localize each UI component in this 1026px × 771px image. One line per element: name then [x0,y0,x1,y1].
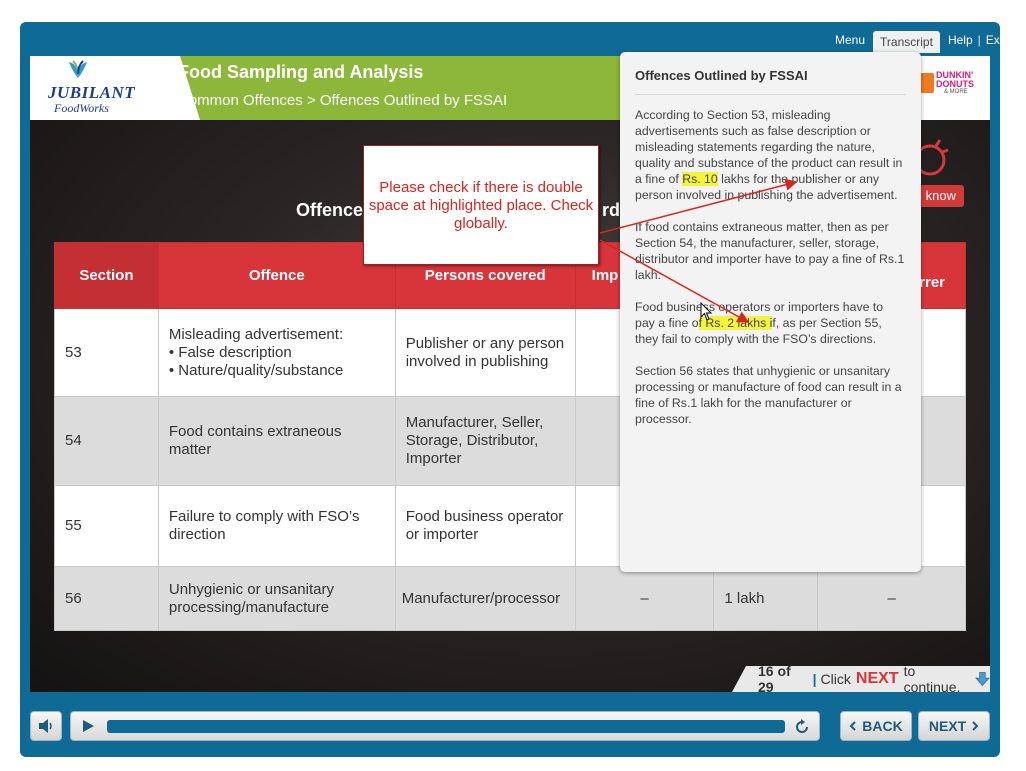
slide-title-left: Offence [296,200,364,220]
offence-line: • False description [168,343,292,361]
transcript-tab[interactable]: Transcript [873,31,940,53]
download-arrow-icon [975,672,990,687]
volume-icon [39,719,52,733]
cell-offence: Food contains extraneous matter [157,396,396,486]
offence-line: Misleading advertisement: [168,325,344,343]
cell-persons: Food business operator or importer [394,485,576,567]
chevron-right-icon [972,721,979,731]
menu-link[interactable]: Menu [830,33,870,47]
seek-bar[interactable] [70,711,820,741]
back-button[interactable]: BACK [840,711,912,741]
cell-persons: Manufacturer, Seller, Storage, Distribut… [394,396,576,486]
playback-controls: BACK NEXT [30,710,990,746]
progress-track[interactable] [107,720,785,733]
review-comment-box: Please check if there is double space at… [363,145,599,265]
cell-other: – [817,566,966,631]
page-hint-pre: Click [820,671,851,687]
cell-offence: Unhygienic or unsanitary processing/manu… [157,566,396,631]
transcript-paragraph: If food contains extraneous matter, then… [635,220,905,282]
volume-button[interactable] [30,711,62,741]
jubilant-logo: JUBILANT FoodWorks [30,56,162,120]
course-title: Food Sampling and Analysis [178,62,424,82]
col-header-section: Section [54,242,159,309]
top-menu: Menu Transcript Help | Exit [830,30,1011,53]
cell-offence: Misleading advertisement: • False descri… [157,308,396,397]
logo-line-1: JUBILANT [48,83,136,102]
transcript-panel: Offences Outlined by FSSAI According to … [620,52,921,572]
dunkin-logo: DUNKIN' DONUTS & MORE [918,70,976,100]
cursor-icon [700,302,713,321]
cup-icon [920,73,934,93]
cell-section: 56 [54,566,159,631]
cell-section: 55 [54,485,159,567]
chevron-left-icon [849,721,856,731]
leaf-logo-icon [69,60,87,78]
page-hint-post: to continue. [903,663,961,695]
transcript-paragraph: Section 56 states that unhygienic or uns… [635,364,902,426]
replay-icon[interactable] [793,718,811,736]
cell-fine: 1 lakh [713,566,819,631]
dunkin-line-2: DONUTS [936,79,974,89]
next-button[interactable]: NEXT [918,711,990,741]
breadcrumb: Common Offences > Offences Outlined by F… [178,92,508,109]
highlighted-text: Rs. 10 [682,172,718,186]
cell-persons: Manufacturer/processor [394,566,576,631]
play-icon[interactable] [81,719,95,733]
offence-line: • Nature/quality/substance [168,361,344,379]
cell-section: 54 [54,396,159,486]
table-row: 56 Unhygienic or unsanitary processing/m… [54,566,966,631]
back-label: BACK [862,718,903,734]
dunkin-line-3: & MORE [944,89,968,95]
page-indicator: 16 of 29 | Click NEXT to continue. [732,666,990,692]
cell-persons: Publisher or any person involved in publ… [394,308,576,397]
col-header-offence: Offence [157,242,396,309]
transcript-heading: Offences Outlined by FSSAI [635,68,906,95]
exit-link[interactable]: Exit [981,33,1011,47]
page-count: 16 of 29 [758,663,791,695]
page-separator: | [812,671,817,687]
transcript-paragraph: Food business operators or importers hav… [635,299,906,347]
next-label: NEXT [928,718,967,734]
cell-offence: Failure to comply with FSO’s direction [157,485,396,567]
logo-line-2: FoodWorks [54,101,109,115]
help-link[interactable]: Help [943,33,978,47]
cell-imprisonment: – [574,566,715,631]
cell-section: 53 [54,308,159,397]
page-hint-next: NEXT [855,670,899,687]
transcript-paragraph: According to Section 53, misleading adve… [635,107,906,203]
